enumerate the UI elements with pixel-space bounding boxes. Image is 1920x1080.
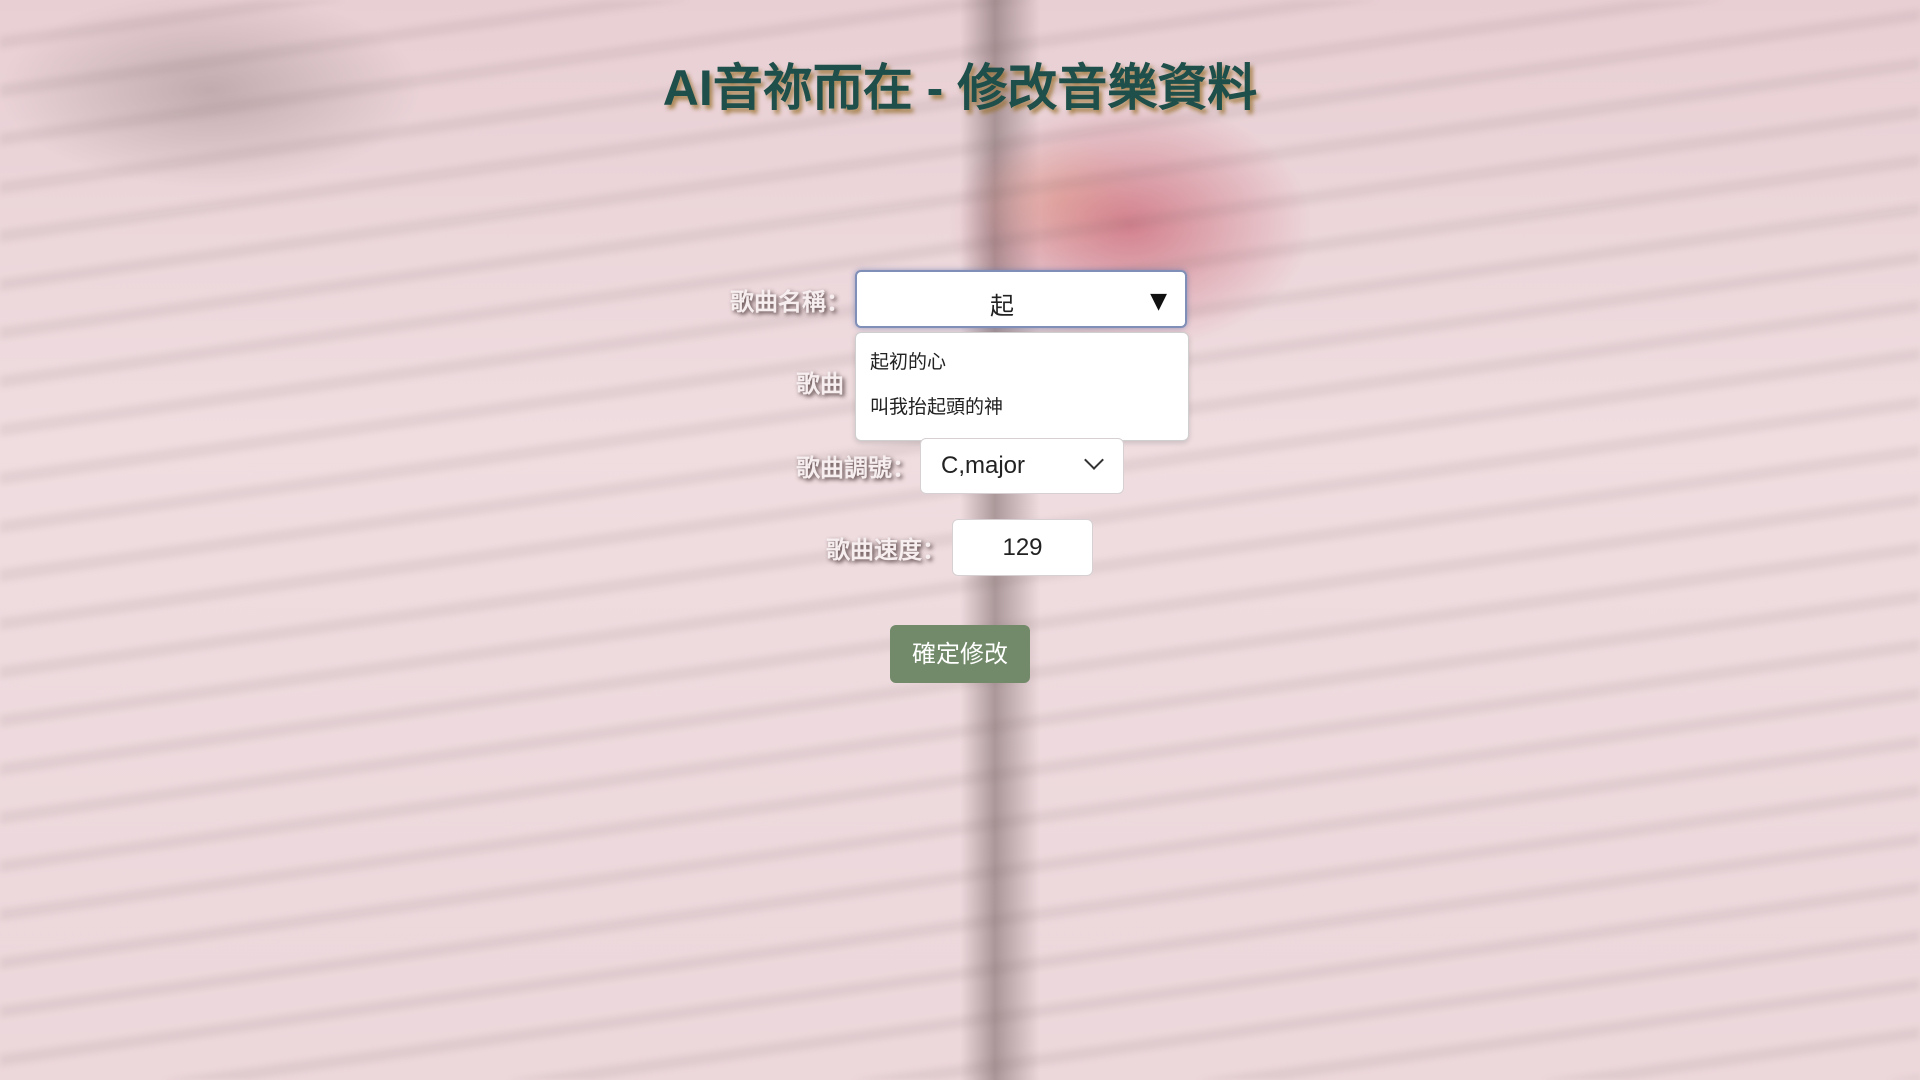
- song-name-label: 歌曲名稱：: [730, 289, 850, 316]
- triangle-down-icon[interactable]: ▼: [1150, 289, 1167, 314]
- song-name-suggestions: 起初的心 叫我抬起頭的神: [855, 332, 1189, 441]
- song-type-label: 歌曲: [796, 371, 844, 398]
- song-name-input[interactable]: 起: [857, 286, 1147, 321]
- confirm-edit-button[interactable]: 確定修改: [890, 625, 1030, 683]
- song-tempo-input[interactable]: 129: [952, 519, 1093, 576]
- song-tempo-label: 歌曲速度：: [826, 537, 946, 564]
- suggestion-item[interactable]: 叫我抬起頭的神: [856, 392, 1188, 437]
- chevron-down-icon: [1084, 450, 1104, 470]
- page-title: AI音祢而在 - 修改音樂資料: [662, 60, 1258, 116]
- suggestion-item[interactable]: 起初的心: [856, 347, 1188, 392]
- song-key-label: 歌曲調號：: [796, 455, 916, 482]
- song-key-select[interactable]: C,major: [920, 438, 1124, 494]
- song-name-combobox[interactable]: 起 ▼: [855, 270, 1187, 328]
- song-key-value: C,major: [941, 452, 1026, 479]
